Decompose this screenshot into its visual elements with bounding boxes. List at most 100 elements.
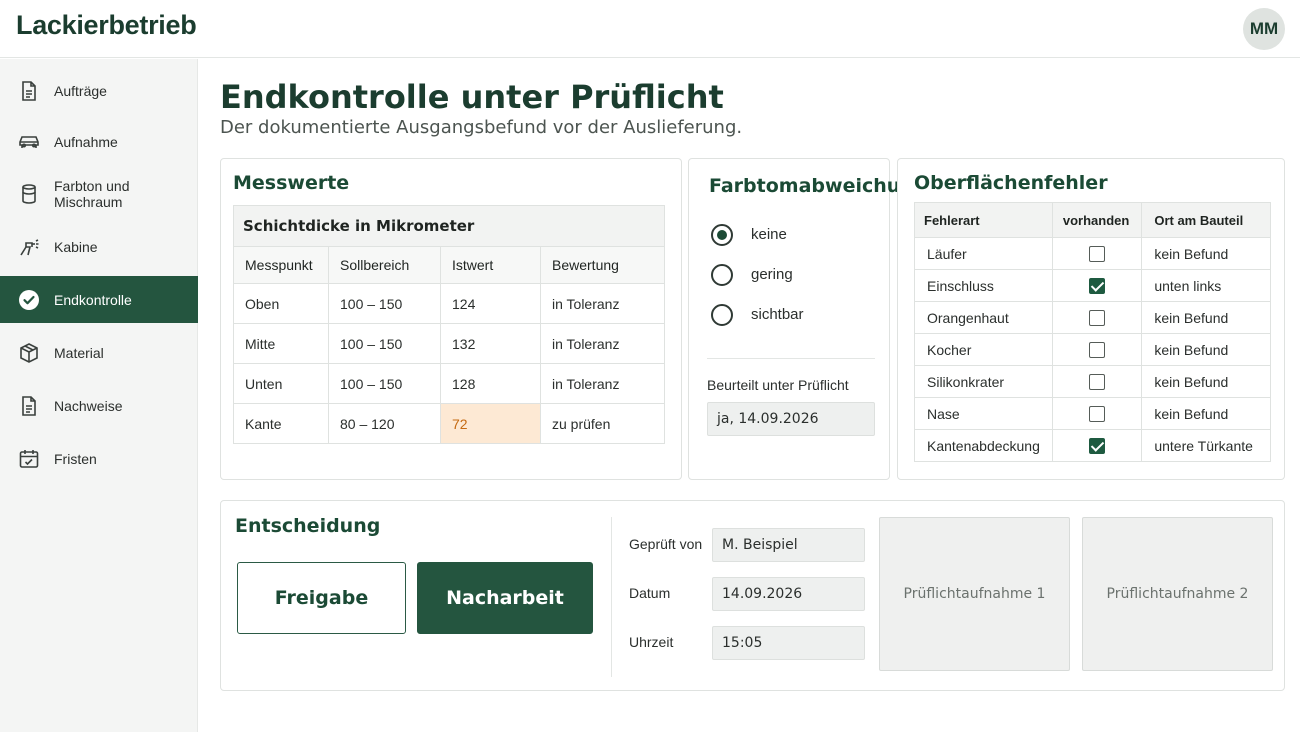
freigabe-button[interactable]: Freigabe xyxy=(237,562,406,634)
bewertung-cell: in Toleranz xyxy=(540,323,665,364)
radio-gering[interactable] xyxy=(711,264,733,286)
farbton-title: Farbtomabweichung xyxy=(709,175,928,197)
sidebar-item-label: Farbton und Mischraum xyxy=(54,177,130,210)
messpunkt-cell: Kante xyxy=(233,403,329,444)
sidebar-item-label: Kabine xyxy=(54,238,98,255)
geprueft-field[interactable]: M. Beispiel xyxy=(712,528,865,562)
datum-label: Datum xyxy=(629,585,671,601)
checkbox-einschluss[interactable] xyxy=(1089,278,1106,295)
checkbox-kantenabdeckung[interactable] xyxy=(1089,438,1106,455)
photo-placeholder-2[interactable]: Prüflichtaufnahme 2 xyxy=(1082,517,1273,671)
photo-placeholder-1[interactable]: Prüflichtaufnahme 1 xyxy=(879,517,1070,671)
radio-keine[interactable] xyxy=(711,224,733,246)
column-header: Messpunkt xyxy=(233,246,329,284)
sollbereich-cell: 100 – 150 xyxy=(328,363,441,404)
table-row: Orangenhaut kein Befund xyxy=(914,301,1271,334)
bewertung-cell-warning: zu prüfen xyxy=(540,403,665,444)
ort-cell: kein Befund xyxy=(1141,301,1271,334)
istwert-cell-warning: 72 xyxy=(440,403,541,444)
entscheidung-title: Entscheidung xyxy=(235,515,381,537)
sidebar-item-farbton[interactable]: Farbton und Mischraum xyxy=(0,170,198,217)
table-caption: Schichtdicke in Mikrometer xyxy=(233,205,665,247)
nacharbeit-button[interactable]: Nacharbeit xyxy=(417,562,593,634)
bewertung-cell: in Toleranz xyxy=(540,283,665,324)
entscheidung-card: Entscheidung Freigabe Nacharbeit Geprüft… xyxy=(220,500,1285,691)
fehlerart-cell: Kantenabdeckung xyxy=(914,429,1053,462)
datum-field[interactable]: 14.09.2026 xyxy=(712,577,865,611)
messwerte-card: Messwerte Schichtdicke in Mikrometer Mes… xyxy=(220,158,682,480)
uhrzeit-field[interactable]: 15:05 xyxy=(712,626,865,660)
fehlerart-cell: Nase xyxy=(914,397,1053,430)
fehlerart-cell: Orangenhaut xyxy=(914,301,1053,334)
ort-cell: kein Befund xyxy=(1141,237,1271,270)
ort-cell: kein Befund xyxy=(1141,397,1271,430)
oberflaeche-card: Oberflächenfehler Fehlerart vorhanden Or… xyxy=(897,158,1285,480)
spray-gun-icon xyxy=(17,235,41,259)
messpunkt-cell: Unten xyxy=(233,363,329,404)
table-row: Unten 100 – 150 128 in Toleranz xyxy=(233,363,665,404)
table-row: Kante 80 – 120 72 zu prüfen xyxy=(233,403,665,444)
sidebar-item-material[interactable]: Material xyxy=(0,329,198,376)
checkbox-orangenhaut[interactable] xyxy=(1089,310,1106,327)
sollbereich-cell: 100 – 150 xyxy=(328,283,441,324)
sollbereich-cell: 100 – 150 xyxy=(328,323,441,364)
sidebar-item-fristen[interactable]: Fristen xyxy=(0,435,198,482)
calendar-icon xyxy=(17,447,41,471)
can-icon xyxy=(17,182,41,206)
sidebar-item-endkontrolle[interactable]: Endkontrolle xyxy=(0,276,198,323)
checkbox-kocher[interactable] xyxy=(1089,342,1106,359)
table-row: Nase kein Befund xyxy=(914,397,1271,430)
column-header: Ort am Bauteil xyxy=(1141,202,1271,238)
sidebar-item-kabine[interactable]: Kabine xyxy=(0,223,198,270)
sidebar-item-label: Material xyxy=(54,344,104,361)
column-header: Istwert xyxy=(440,246,541,284)
sidebar-item-aufnahme[interactable]: Aufnahme xyxy=(0,118,198,165)
app-brand[interactable]: Lackierbetrieb xyxy=(16,10,197,41)
ort-cell: kein Befund xyxy=(1141,365,1271,398)
radio-label-sichtbar[interactable]: sichtbar xyxy=(751,306,804,323)
istwert-cell: 124 xyxy=(440,283,541,324)
table-row: Mitte 100 – 150 132 in Toleranz xyxy=(233,323,665,364)
ort-cell: kein Befund xyxy=(1141,333,1271,366)
radio-label-keine[interactable]: keine xyxy=(751,226,787,243)
oberflaeche-title: Oberflächenfehler xyxy=(914,172,1108,194)
box-icon xyxy=(17,341,41,365)
sidebar-item-label: Aufträge xyxy=(54,82,107,99)
fehlerart-cell: Silikonkrater xyxy=(914,365,1053,398)
page-subtitle: Der dokumentierte Ausgangsbefund vor der… xyxy=(220,117,743,138)
messpunkt-cell: Oben xyxy=(233,283,329,324)
sidebar-item-label: Aufnahme xyxy=(54,133,118,150)
geprueft-label: Geprüft von xyxy=(629,536,703,552)
car-icon xyxy=(17,130,41,154)
messpunkt-cell: Mitte xyxy=(233,323,329,364)
user-avatar[interactable]: MM xyxy=(1243,8,1285,50)
sidebar-item-label: Fristen xyxy=(54,450,97,467)
checkbox-laeufer[interactable] xyxy=(1089,246,1106,263)
checkbox-nase[interactable] xyxy=(1089,406,1106,423)
messwerte-title: Messwerte xyxy=(233,172,350,194)
checkbox-silikonkrater[interactable] xyxy=(1089,374,1106,391)
column-header: Bewertung xyxy=(540,246,665,284)
top-bar: Lackierbetrieb MM xyxy=(0,0,1300,58)
sidebar-item-auftraege[interactable]: Aufträge xyxy=(0,67,198,114)
oberflaeche-table: Fehlerart vorhanden Ort am Bauteil Läufe… xyxy=(914,202,1271,462)
column-header: vorhanden xyxy=(1051,202,1143,238)
sidebar-item-label: Endkontrolle xyxy=(54,291,132,308)
sidebar-item-nachweise[interactable]: Nachweise xyxy=(0,382,198,429)
istwert-cell: 132 xyxy=(440,323,541,364)
page-title: Endkontrolle unter Prüflicht xyxy=(220,78,724,116)
radio-label-gering[interactable]: gering xyxy=(751,266,793,283)
fehlerart-cell: Kocher xyxy=(914,333,1053,366)
ort-cell: untere Türkante xyxy=(1141,429,1271,462)
fehlerart-cell: Einschluss xyxy=(914,269,1053,302)
messwerte-table: Schichtdicke in Mikrometer Messpunkt Sol… xyxy=(233,205,665,444)
document-icon xyxy=(17,79,41,103)
radio-sichtbar[interactable] xyxy=(711,304,733,326)
table-row: Silikonkrater kein Befund xyxy=(914,365,1271,398)
farbton-card: Farbtomabweichung keine gering sichtbar … xyxy=(688,158,927,480)
beurteilt-field[interactable]: ja, 14.09.2026 xyxy=(707,402,875,436)
sollbereich-cell: 80 – 120 xyxy=(328,403,441,444)
table-row: Oben 100 – 150 124 in Toleranz xyxy=(233,283,665,324)
table-row: Kocher kein Befund xyxy=(914,333,1271,366)
document-icon xyxy=(17,394,41,418)
